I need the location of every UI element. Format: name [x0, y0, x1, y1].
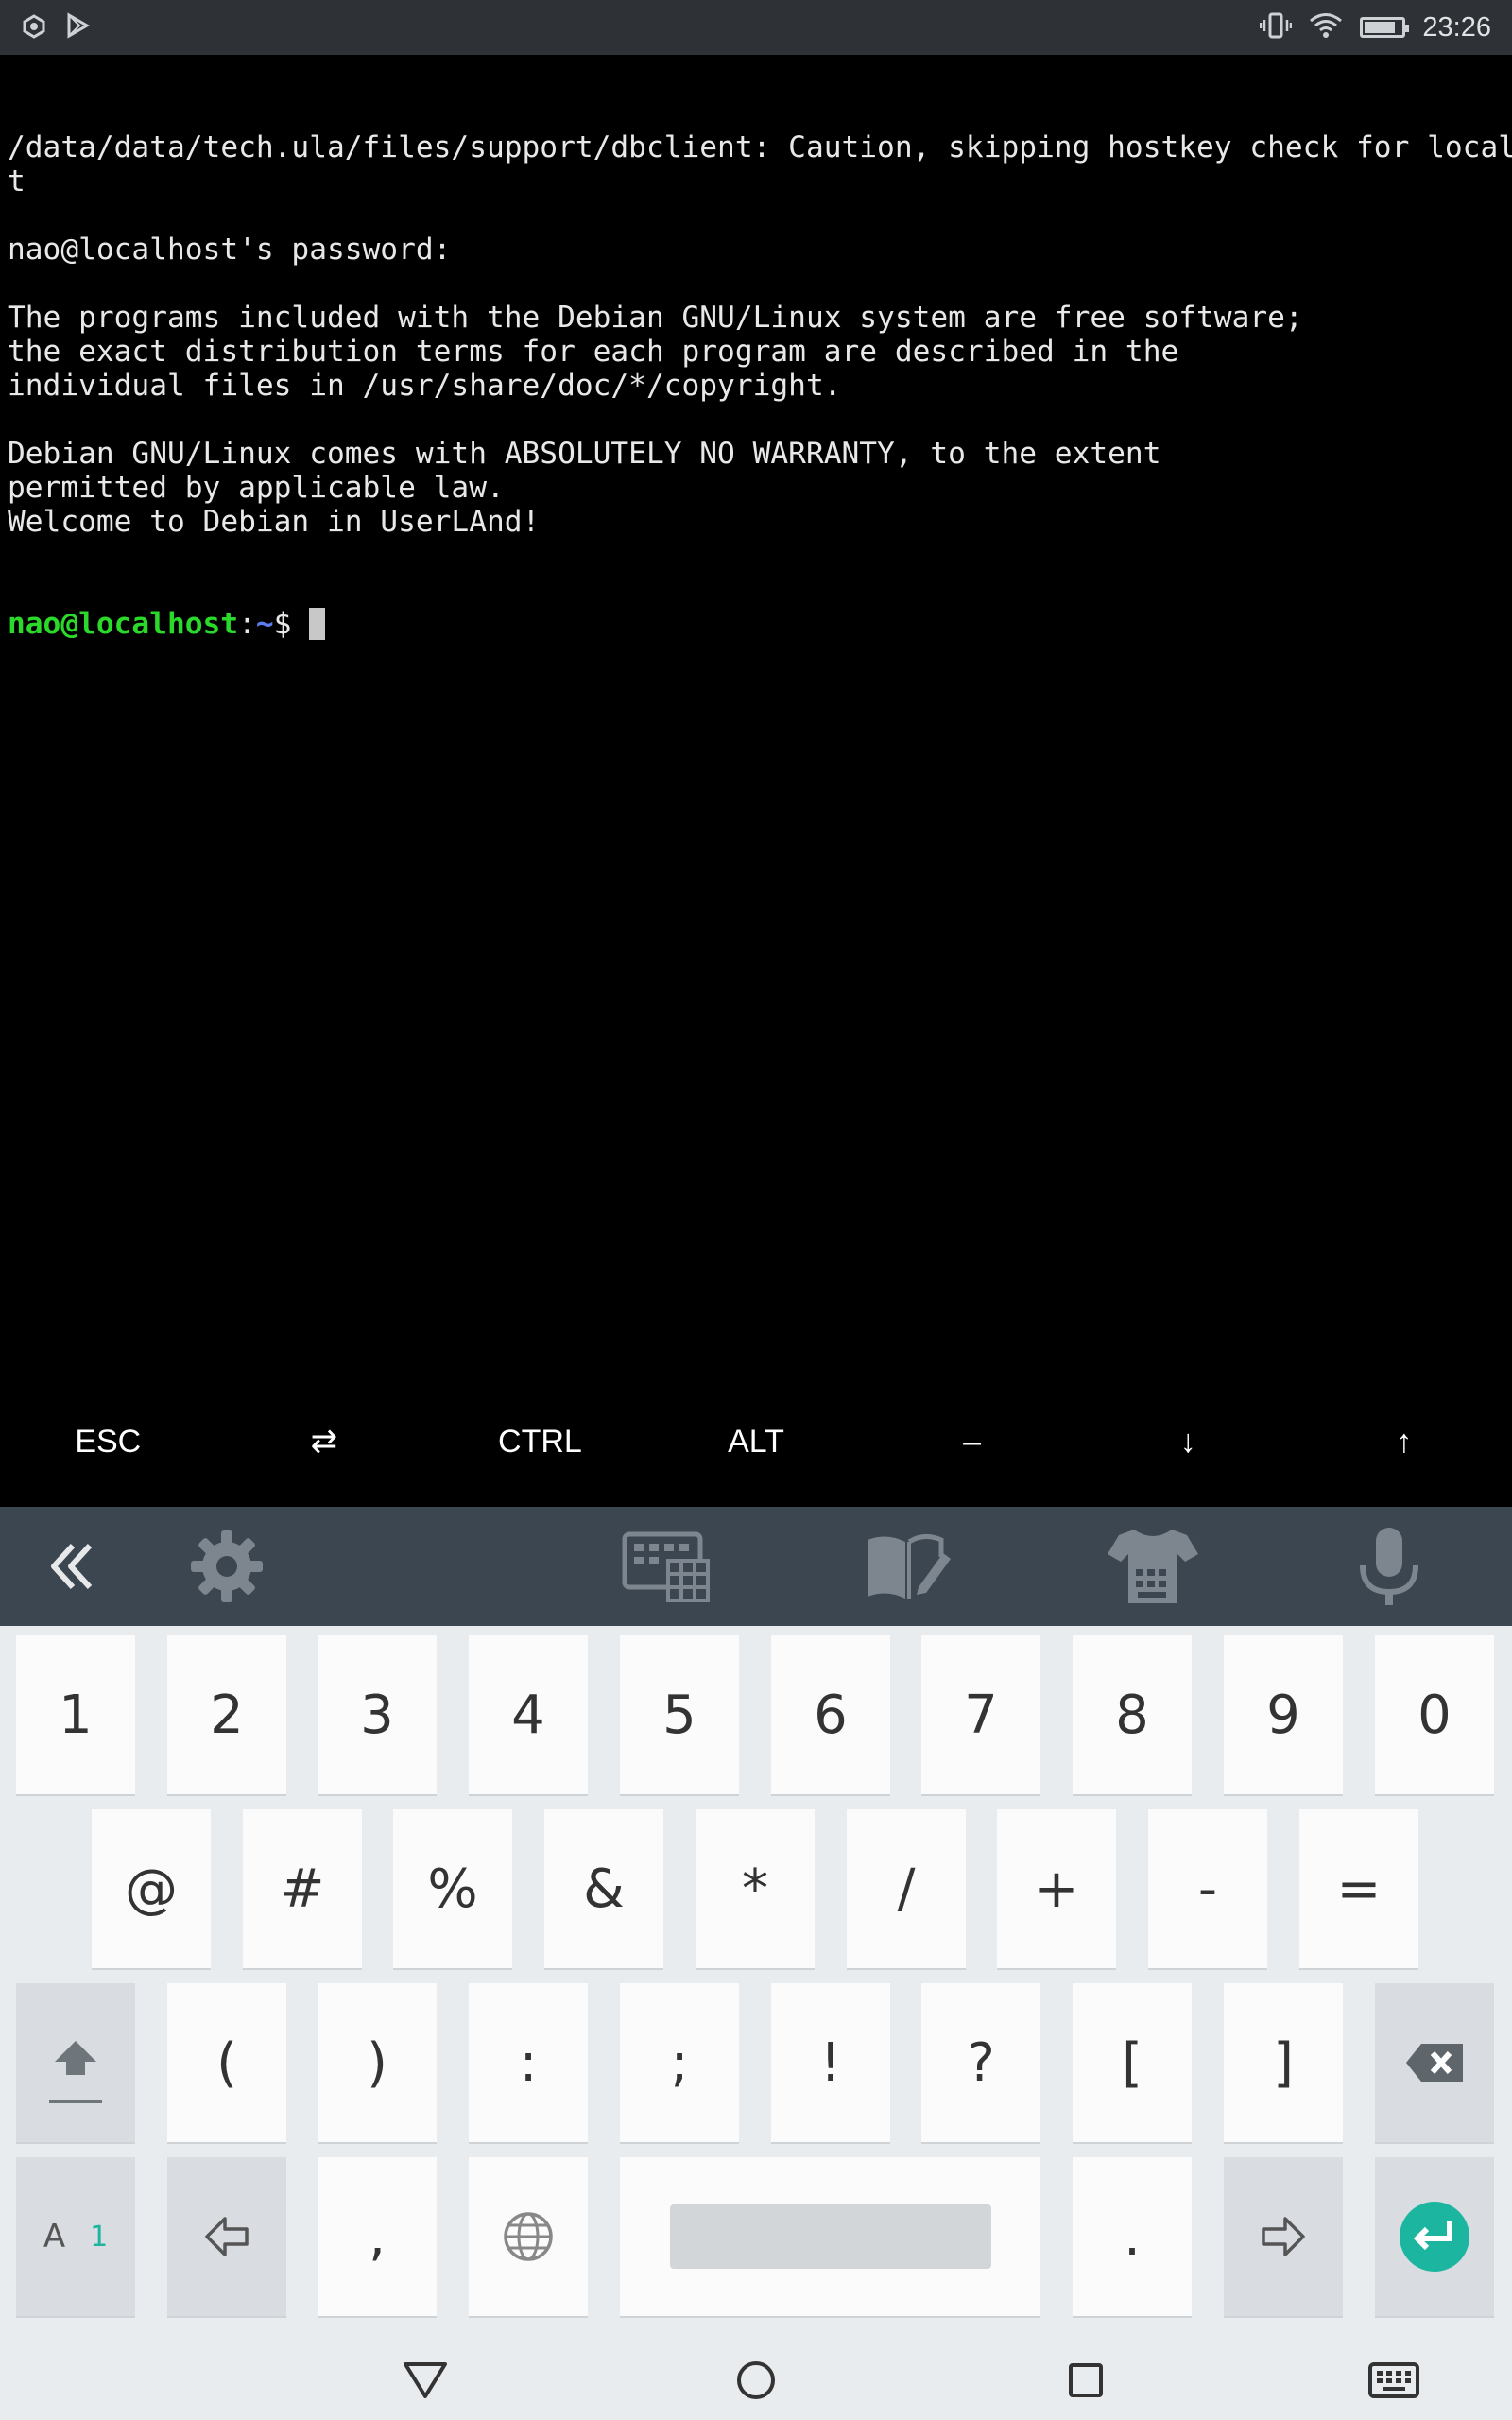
terminal-line: Debian GNU/Linux comes with ABSOLUTELY N…: [8, 437, 1161, 471]
keyboard-row-bottom: A1 , .: [0, 2157, 1512, 2316]
terminal-line: individual files in /usr/share/doc/*/cop…: [8, 369, 842, 403]
key-8[interactable]: 8: [1073, 1635, 1192, 1794]
key-at[interactable]: @: [92, 1809, 211, 1968]
key-semicolon[interactable]: ;: [620, 1983, 739, 2142]
play-store-icon: [64, 12, 91, 43]
enter-key[interactable]: [1375, 2157, 1494, 2316]
arrow-up-key[interactable]: ↑: [1296, 1376, 1512, 1507]
android-debug-icon: [21, 12, 47, 43]
enter-icon: [1400, 2202, 1469, 2272]
theme-icon[interactable]: [1096, 1507, 1210, 1626]
terminal-line: /data/data/tech.ula/files/support/dbclie…: [8, 130, 1512, 164]
key-percent[interactable]: %: [393, 1809, 512, 1968]
key-3[interactable]: 3: [318, 1635, 437, 1794]
terminal-line: t: [8, 164, 26, 199]
key-4[interactable]: 4: [469, 1635, 588, 1794]
wifi-icon: [1309, 12, 1343, 43]
arrow-left-icon: [205, 2217, 249, 2256]
shift-key[interactable]: [16, 1983, 135, 2142]
terminal-output[interactable]: /data/data/tech.ula/files/support/dbclie…: [0, 55, 1512, 1378]
keyboard-row-numbers: 1 2 3 4 5 6 7 8 9 0: [0, 1635, 1512, 1794]
mode-sub-label: 1: [90, 2220, 109, 2254]
prompt-symbol: $: [273, 607, 310, 641]
key-open-bracket[interactable]: [: [1073, 1983, 1192, 2142]
keyboard-row-symbols-1: @ # % & * / + - =: [0, 1809, 1512, 1968]
key-plus[interactable]: +: [997, 1809, 1116, 1968]
key-6[interactable]: 6: [771, 1635, 890, 1794]
key-close-bracket[interactable]: ]: [1224, 1983, 1343, 2142]
key-1[interactable]: 1: [16, 1635, 135, 1794]
keyboard-switch-icon[interactable]: [1337, 2340, 1451, 2420]
key-period[interactable]: .: [1073, 2157, 1192, 2316]
terminal-line: Welcome to Debian in UserLAnd!: [8, 505, 541, 539]
terminal-line: nao@localhost's password:: [8, 233, 452, 267]
cursor-right-key[interactable]: [1224, 2157, 1343, 2316]
key-0[interactable]: 0: [1375, 1635, 1494, 1794]
key-close-paren[interactable]: ): [318, 1983, 437, 2142]
vibrate-icon: [1260, 11, 1293, 43]
globe-icon: [504, 2212, 553, 2261]
key-slash[interactable]: /: [847, 1809, 966, 1968]
key-minus[interactable]: -: [1148, 1809, 1267, 1968]
esc-key[interactable]: ESC: [0, 1376, 216, 1507]
prompt-path: ~: [255, 607, 274, 641]
terminal-line: The programs included with the Debian GN…: [8, 301, 1303, 335]
battery-icon: [1360, 17, 1410, 38]
key-asterisk[interactable]: *: [696, 1809, 815, 1968]
arrow-down-key[interactable]: ↓: [1080, 1376, 1297, 1507]
key-comma[interactable]: ,: [318, 2157, 437, 2316]
key-exclamation[interactable]: !: [771, 1983, 890, 2142]
navigation-bar: [0, 2340, 1512, 2420]
mode-label: A: [43, 2218, 66, 2256]
ctrl-key[interactable]: CTRL: [432, 1376, 648, 1507]
terminal-prompt-line[interactable]: nao@localhost:~$: [8, 607, 1504, 641]
soft-keyboard: 1 2 3 4 5 6 7 8 9 0 @ # % & * / + - = ( …: [0, 1626, 1512, 2340]
keyboard-layout-icon[interactable]: [610, 1507, 723, 1626]
key-question[interactable]: ?: [921, 1983, 1040, 2142]
language-key[interactable]: [469, 2157, 588, 2316]
home-icon[interactable]: [699, 2340, 813, 2420]
key-9[interactable]: 9: [1224, 1635, 1343, 1794]
key-open-paren[interactable]: (: [167, 1983, 286, 2142]
cursor-left-key[interactable]: [167, 2157, 286, 2316]
prompt-separator: :: [238, 607, 256, 641]
tab-key[interactable]: ⇄: [216, 1376, 433, 1507]
key-colon[interactable]: :: [469, 1983, 588, 2142]
collapse-icon[interactable]: [28, 1507, 113, 1626]
key-2[interactable]: 2: [167, 1635, 286, 1794]
back-icon[interactable]: [369, 2340, 482, 2420]
clipboard-edit-icon[interactable]: [855, 1507, 959, 1626]
arrow-right-icon: [1262, 2217, 1305, 2256]
prompt-user: nao@localhost: [8, 607, 239, 641]
terminal-cursor: [309, 608, 326, 640]
space-key[interactable]: [620, 2157, 1040, 2316]
terminal-extra-keys: ESC ⇄ CTRL ALT – ↓ ↑: [0, 1376, 1512, 1507]
key-equals[interactable]: =: [1299, 1809, 1418, 1968]
terminal-line: the exact distribution terms for each pr…: [8, 335, 1179, 369]
key-hash[interactable]: #: [243, 1809, 362, 1968]
mode-switch-key[interactable]: A1: [16, 2157, 135, 2316]
recents-icon[interactable]: [1029, 2340, 1143, 2420]
status-time: 23:26: [1422, 11, 1491, 43]
shift-arrow-icon: [49, 2041, 102, 2103]
settings-icon[interactable]: [175, 1507, 279, 1626]
status-bar: 23:26: [0, 0, 1512, 55]
alt-key[interactable]: ALT: [648, 1376, 865, 1507]
backspace-key[interactable]: [1375, 1983, 1494, 2142]
microphone-icon[interactable]: [1342, 1507, 1436, 1626]
key-7[interactable]: 7: [921, 1635, 1040, 1794]
keyboard-toolbar: [0, 1507, 1512, 1626]
key-5[interactable]: 5: [620, 1635, 739, 1794]
keyboard-row-symbols-2: ( ) : ; ! ? [ ]: [0, 1983, 1512, 2142]
terminal-line: permitted by applicable law.: [8, 471, 505, 505]
dash-key[interactable]: –: [864, 1376, 1080, 1507]
backspace-icon: [1406, 2044, 1463, 2082]
key-ampersand[interactable]: &: [544, 1809, 663, 1968]
